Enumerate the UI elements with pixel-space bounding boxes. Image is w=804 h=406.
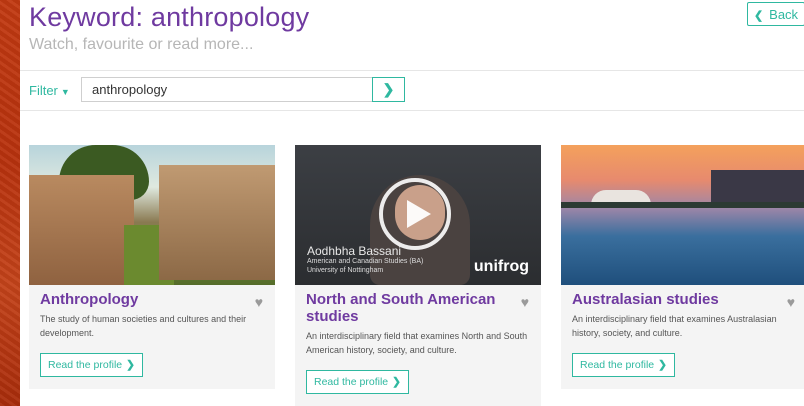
unifrog-logo: unifrog xyxy=(473,258,529,275)
heart-icon[interactable]: ♥ xyxy=(787,294,795,310)
filter-label: Filter xyxy=(29,83,58,98)
chevron-right-icon: ❯ xyxy=(382,81,395,97)
card-description: An interdisciplinary field that examines… xyxy=(572,314,777,338)
heart-icon[interactable]: ♥ xyxy=(521,294,529,310)
back-button[interactable]: ❮ Back xyxy=(747,2,804,26)
read-profile-button[interactable]: Read the profile ❯ xyxy=(572,353,675,377)
card-title[interactable]: Anthropology xyxy=(40,291,232,308)
search-input[interactable] xyxy=(81,77,372,102)
background-strip xyxy=(0,0,20,406)
card-title[interactable]: North and South American studies xyxy=(306,291,498,325)
video-thumbnail[interactable]: Aodhbha Bassani American and Canadian St… xyxy=(295,145,541,285)
caret-down-icon: ▼ xyxy=(60,87,70,97)
video-university: University of Nottingham xyxy=(307,267,384,274)
read-profile-button[interactable]: Read the profile ❯ xyxy=(40,353,143,377)
page-subtitle: Watch, favourite or read more... xyxy=(29,36,254,53)
chevron-left-icon: ❮ xyxy=(753,10,764,22)
divider xyxy=(20,110,804,111)
video-course: American and Canadian Studies (BA) xyxy=(307,258,424,265)
card-image-sydney[interactable] xyxy=(561,145,804,285)
video-presenter: Aodhbha Bassani xyxy=(307,244,402,258)
chevron-right-icon: ❯ xyxy=(658,359,667,371)
filter-dropdown[interactable]: Filter ▼ xyxy=(29,83,70,98)
page-title: Keyword: anthropology xyxy=(29,2,310,32)
card-description: An interdisciplinary field that examines… xyxy=(306,331,528,355)
chevron-right-icon: ❯ xyxy=(392,376,401,388)
heart-icon[interactable]: ♥ xyxy=(255,294,263,310)
profile-card-anthropology: Anthropology ♥ The study of human societ… xyxy=(29,145,275,389)
card-description: The study of human societies and culture… xyxy=(40,314,247,338)
back-label: Back xyxy=(769,7,799,22)
profile-card-north-south-american-studies: Aodhbha Bassani American and Canadian St… xyxy=(295,145,541,406)
page: Keyword: anthropology Watch, favourite o… xyxy=(20,0,804,406)
search-submit-button[interactable]: ❯ xyxy=(372,77,405,102)
card-title[interactable]: Australasian studies xyxy=(572,291,764,308)
divider xyxy=(20,70,804,71)
read-profile-button[interactable]: Read the profile ❯ xyxy=(306,370,409,394)
chevron-right-icon: ❯ xyxy=(126,359,135,371)
profile-card-australasian-studies: Australasian studies ♥ An interdisciplin… xyxy=(561,145,804,389)
card-image-ruins[interactable] xyxy=(29,145,275,285)
